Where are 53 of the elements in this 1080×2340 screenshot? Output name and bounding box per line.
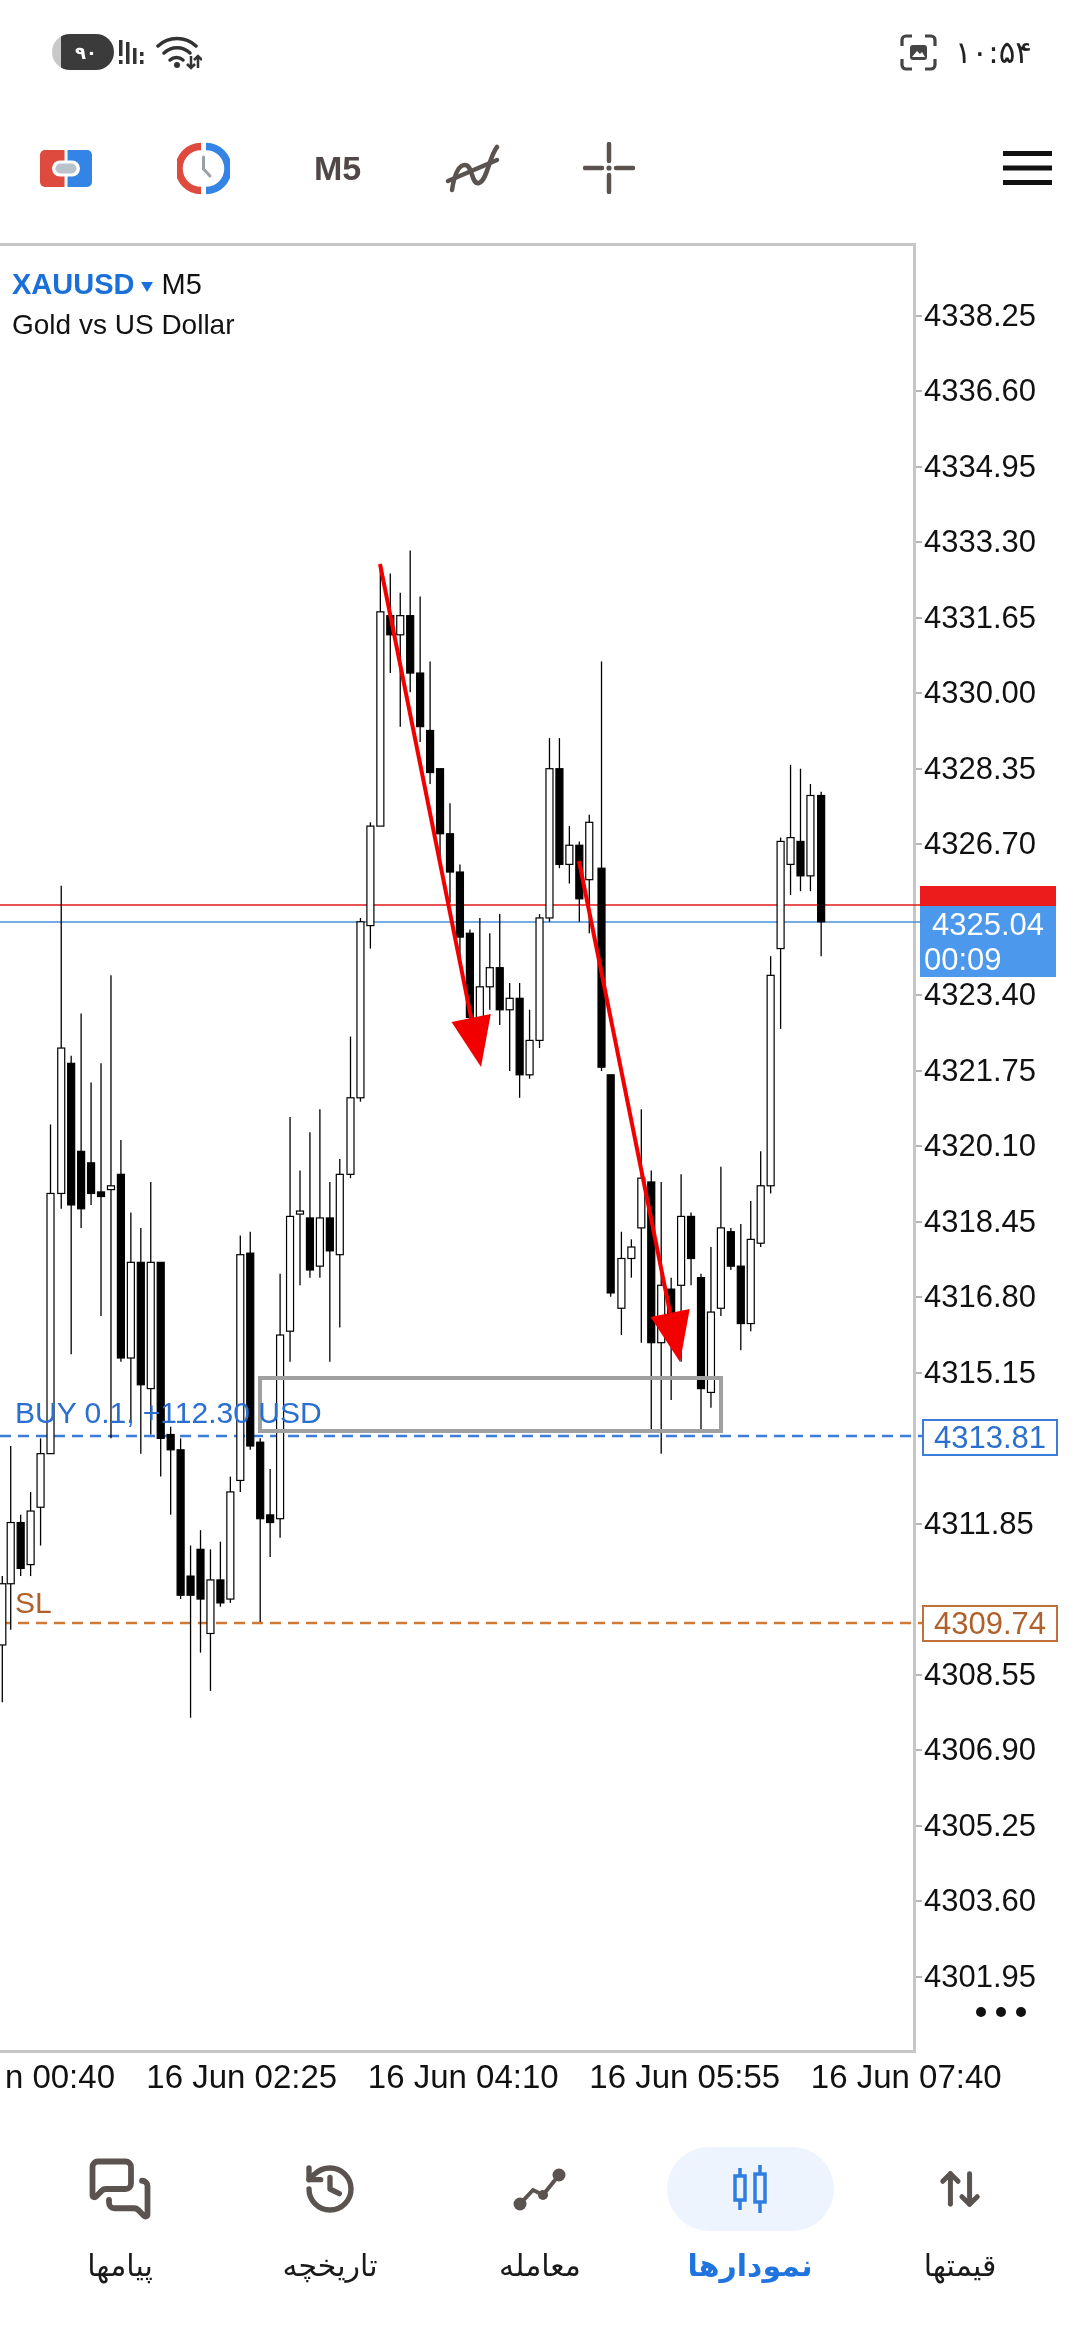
price-axis-label: 4320.10 bbox=[924, 1128, 1037, 1165]
time-axis-label: 16 Jun 02:25 bbox=[146, 2058, 338, 2096]
position-price-tag: 4313.81 bbox=[922, 1419, 1058, 1456]
battery-indicator: ۹۰ bbox=[52, 34, 114, 70]
wifi-icon bbox=[156, 34, 202, 70]
price-axis-label: 4311.85 bbox=[924, 1505, 1034, 1542]
time-axis-label: 16 Jun 04:10 bbox=[367, 2058, 559, 2096]
stop-loss-label: SL bbox=[15, 1586, 52, 1620]
price-axis-label: 4318.45 bbox=[924, 1203, 1037, 1240]
price-axis-label: 4315.15 bbox=[924, 1354, 1037, 1391]
screenshot-icon bbox=[899, 33, 937, 71]
more-icon[interactable] bbox=[975, 2006, 1027, 2018]
clock-icon[interactable] bbox=[177, 141, 230, 195]
price-axis-label: 4303.60 bbox=[924, 1883, 1037, 1920]
price-axis-label: 4323.40 bbox=[924, 977, 1037, 1014]
toggle-icon[interactable] bbox=[40, 149, 92, 187]
candle-countdown: 00:09 bbox=[923, 941, 1002, 977]
price-axis-label: 4308.55 bbox=[924, 1656, 1037, 1693]
time-axis-label: 16 Jun 07:40 bbox=[810, 2058, 1002, 2096]
price-axis-label: 4305.25 bbox=[924, 1807, 1037, 1844]
caret-icon[interactable] bbox=[141, 282, 154, 292]
crosshair-icon[interactable] bbox=[583, 142, 636, 194]
price-axis-label: 4328.35 bbox=[924, 750, 1037, 787]
ask-price: 4325.04 bbox=[931, 906, 1045, 942]
stop-loss-price-tag: 4309.74 bbox=[922, 1605, 1058, 1642]
price-axis-label: 4336.60 bbox=[924, 373, 1037, 410]
nav-tab[interactable]: قیمتها bbox=[855, 2147, 1065, 2287]
price-axis-label: 4338.25 bbox=[924, 297, 1037, 334]
line-chart-icon bbox=[513, 2167, 567, 2211]
wave-icon[interactable] bbox=[445, 143, 501, 193]
candlestick-icon bbox=[730, 2165, 770, 2213]
timeframe-button[interactable]: M5 bbox=[314, 151, 362, 185]
price-axis-label: 4326.70 bbox=[924, 826, 1037, 863]
chat-bubbles-icon bbox=[87, 2156, 153, 2222]
price-axis-label: 4321.75 bbox=[924, 1052, 1037, 1089]
menu-icon[interactable] bbox=[1003, 151, 1052, 185]
nav-tab[interactable]: تاریخچه bbox=[225, 2147, 435, 2287]
nav-tab[interactable]: نمودارها bbox=[645, 2147, 855, 2287]
price-axis-label: 4334.95 bbox=[924, 448, 1037, 485]
price-axis-label: 4306.90 bbox=[924, 1732, 1037, 1769]
clock-time: ۱۰:۵۴ bbox=[954, 32, 1032, 72]
time-axis-label: n 00:40 bbox=[4, 2058, 115, 2096]
price-axis-label: 4333.30 bbox=[924, 524, 1037, 561]
symbol-description: Gold vs US Dollar bbox=[12, 308, 236, 342]
time-axis-label: 16 Jun 05:55 bbox=[589, 2058, 781, 2096]
price-axis-label: 4331.65 bbox=[924, 599, 1037, 636]
nav-tab[interactable]: پیامها bbox=[15, 2147, 225, 2287]
timeframe-label: M5 bbox=[161, 267, 202, 303]
nav-tab[interactable]: معامله bbox=[435, 2147, 645, 2287]
price-axis-label: 4316.80 bbox=[924, 1279, 1037, 1316]
symbol-name[interactable]: XAUUSD bbox=[12, 263, 135, 307]
price-axis-label: 4301.95 bbox=[924, 1958, 1037, 1995]
price-axis-label: 4330.00 bbox=[924, 675, 1037, 712]
